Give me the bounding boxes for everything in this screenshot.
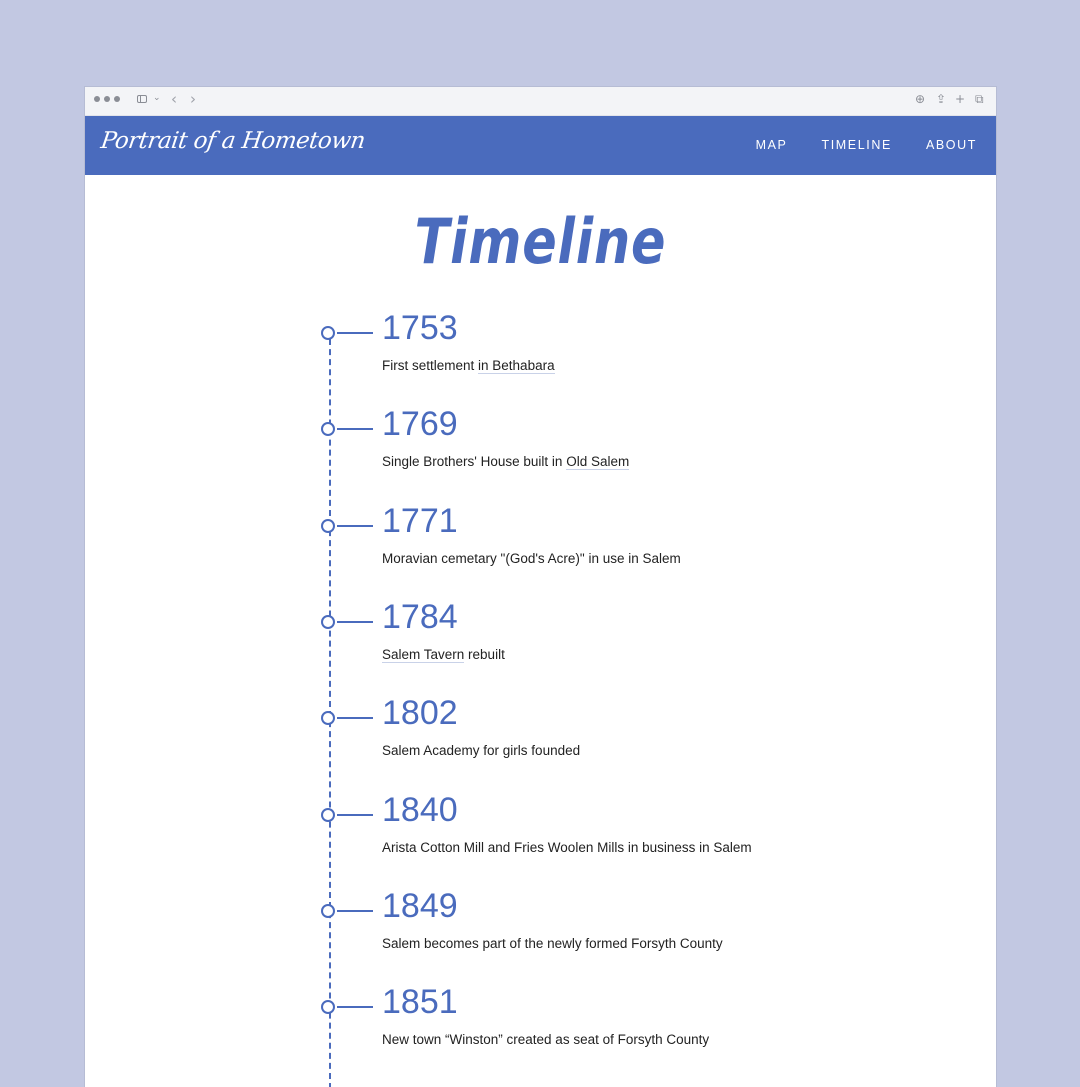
timeline-node-icon xyxy=(321,326,335,340)
timeline-year: 1849 xyxy=(382,886,458,925)
timeline-year: 1851 xyxy=(382,983,458,1022)
timeline-year: 1771 xyxy=(382,501,458,540)
timeline-connector xyxy=(337,332,373,334)
timeline-description: First settlement in Bethabara xyxy=(382,358,555,374)
description-text: Arista Cotton Mill and Fries Woolen Mill… xyxy=(382,839,752,855)
timeline-year: 1802 xyxy=(382,694,458,733)
timeline-entry: 1840 Arista Cotton Mill and Fries Woolen … xyxy=(321,793,921,893)
timeline-description: Salem Academy for girls founded xyxy=(382,743,580,758)
timeline-year: 1784 xyxy=(382,597,458,636)
timeline-node-icon xyxy=(321,1000,335,1015)
timeline-node-icon xyxy=(321,903,335,918)
timeline-year: 1769 xyxy=(382,405,458,444)
timeline-node-icon xyxy=(321,518,335,533)
timeline-year: 1840 xyxy=(382,790,458,829)
timeline-connector xyxy=(337,524,373,527)
description-text: Moravian cemetary "(God's Acre)" in use … xyxy=(382,550,681,566)
timeline-node-icon xyxy=(321,711,335,726)
timeline-node-icon xyxy=(321,422,335,437)
timeline-connector xyxy=(337,813,373,816)
description-text: Salem becomes part of the newly formed F… xyxy=(382,935,723,951)
timeline-description: Single Brothers' House built in Old Sale… xyxy=(382,454,630,471)
timeline-entry: 1771 Moravian cemetary "(God's Acre)" in … xyxy=(321,504,921,604)
description-text: New town “Winston” created as seat of Fo… xyxy=(382,1032,710,1048)
timeline-entry: 1849 Salem becomes part of the newly form… xyxy=(321,889,921,989)
timeline-description: Salem Tavern rebuilt xyxy=(382,646,505,663)
timeline-connector xyxy=(337,620,373,623)
timeline-entry: 1784 Salem Tavern rebuilt xyxy=(321,600,921,700)
timeline: 1753 First settlement in Bethabara 1769 Sin… xyxy=(85,87,996,1087)
timeline-connector xyxy=(337,717,373,720)
description-text: Single Brothers' House built in xyxy=(382,454,567,470)
timeline-connector xyxy=(337,428,373,431)
timeline-connector xyxy=(337,1006,373,1009)
description-link[interactable]: Salem Tavern xyxy=(382,646,465,663)
timeline-entry: 1802 Salem Academy for girls founded xyxy=(321,696,921,796)
description-link[interactable]: Old Salem xyxy=(566,454,630,471)
timeline-entry: 1769 Single Brothers' House built in Old … xyxy=(321,407,921,507)
browser-window: ⌄ ‹ › ⊕ ⇪ + ⧉ Portrait of a Hometown MAP… xyxy=(85,87,996,1087)
timeline-entry: 1851 New town “Winston” created as seat o… xyxy=(321,985,921,1085)
timeline-connector xyxy=(337,909,373,912)
description-text: First settlement xyxy=(382,358,479,373)
timeline-description: Moravian cemetary "(God's Acre)" in use … xyxy=(382,551,681,566)
timeline-description: New town “Winston” created as seat of Fo… xyxy=(382,1032,709,1047)
timeline-entry: 1753 First settlement in Bethabara xyxy=(321,311,921,411)
description-text: Salem Academy for girls founded xyxy=(382,743,581,759)
description-link[interactable]: in Bethabara xyxy=(478,358,555,374)
timeline-node-icon xyxy=(321,807,335,822)
timeline-description: Arista Cotton Mill and Fries Woolen Mill… xyxy=(382,840,752,855)
timeline-node-icon xyxy=(321,614,335,629)
timeline-description: Salem becomes part of the newly formed F… xyxy=(382,936,723,951)
description-text: rebuilt xyxy=(464,646,505,662)
timeline-year: 1753 xyxy=(382,309,458,347)
